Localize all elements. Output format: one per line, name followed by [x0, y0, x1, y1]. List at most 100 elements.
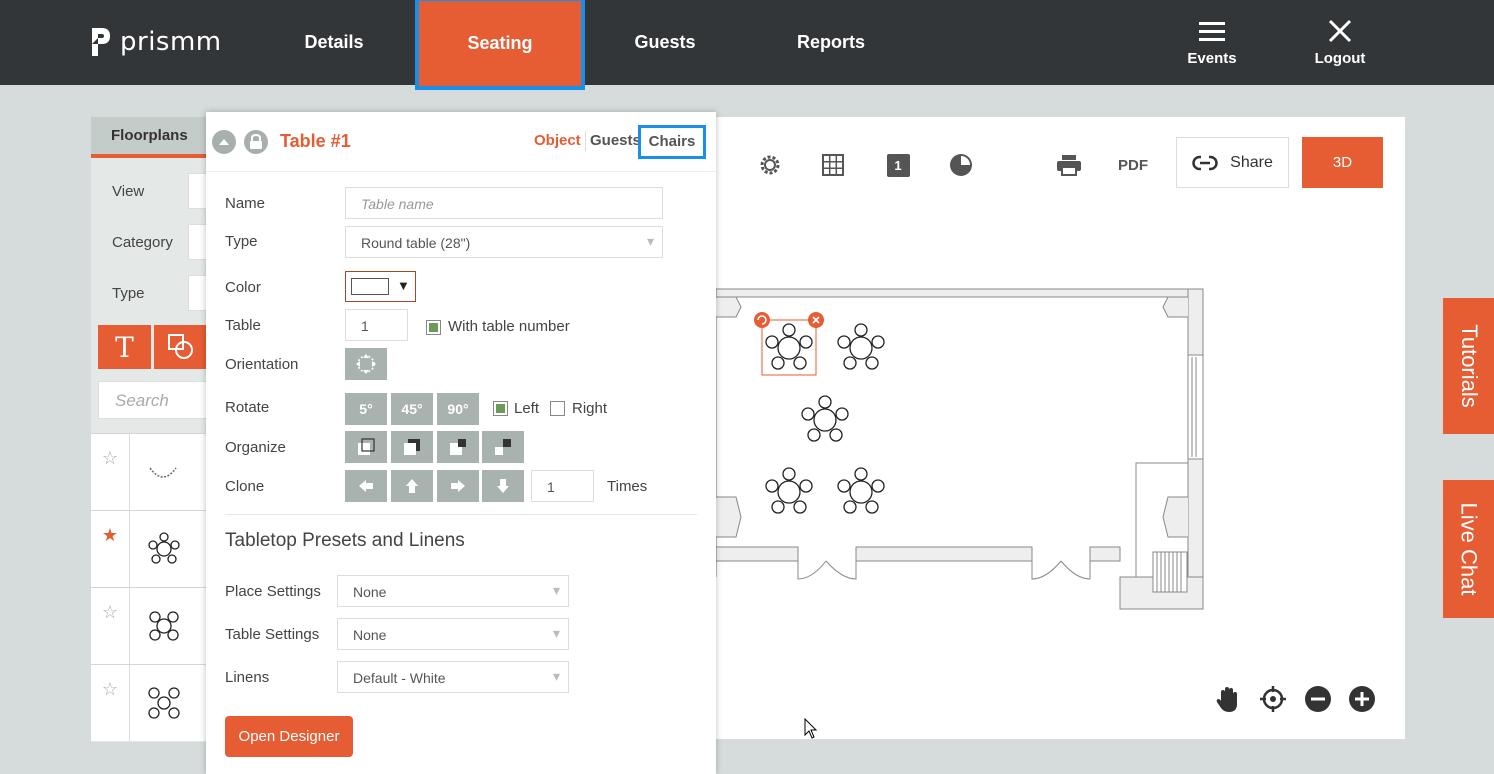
- star-icon[interactable]: ☆: [101, 448, 119, 469]
- hamburger-menu-icon: [1199, 22, 1225, 41]
- linens-label: Linens: [225, 669, 270, 686]
- bring-forward-button[interactable]: [391, 431, 433, 463]
- print-button[interactable]: [1054, 150, 1084, 180]
- live-chat-label: Live Chat: [1456, 502, 1482, 596]
- list-item[interactable]: ☆: [91, 587, 216, 664]
- logo-text: prismm: [120, 27, 222, 57]
- half-round-table-icon: [149, 467, 177, 478]
- rotate-label: Rotate: [225, 399, 270, 416]
- table-properties-panel: Table #1 Object Guests Chairs Name Table…: [206, 112, 716, 774]
- name-label: Name: [225, 195, 266, 212]
- rotate-45-button[interactable]: 45°: [391, 393, 433, 425]
- four-seat-table-icon: [148, 687, 180, 719]
- share-button[interactable]: Share: [1176, 137, 1289, 188]
- pdf-button[interactable]: PDF: [1116, 150, 1150, 180]
- nav-tab-details[interactable]: Details: [268, 0, 400, 85]
- rotate-right-label: Right: [572, 400, 608, 417]
- number-badge-icon: 1: [886, 153, 910, 177]
- arrow-down-icon: [497, 479, 509, 493]
- clone-right-button[interactable]: [437, 470, 479, 502]
- logout-label: Logout: [1314, 50, 1366, 67]
- table-number-input[interactable]: 1: [345, 309, 408, 341]
- shapes-icon: [167, 334, 193, 359]
- events-button[interactable]: Events: [1175, 18, 1249, 67]
- zoom-in-icon[interactable]: [1347, 684, 1377, 714]
- chevron-up-icon: [219, 139, 229, 145]
- list-item[interactable]: ★: [91, 510, 216, 587]
- bring-front-icon: [358, 438, 375, 455]
- organize-label: Organize: [225, 439, 286, 456]
- color-swatch: [351, 278, 389, 295]
- view-label: View: [112, 183, 145, 200]
- table-settings-value: None: [353, 627, 387, 643]
- rotate-90-button[interactable]: 90°: [437, 393, 479, 425]
- add-shape-button[interactable]: [154, 325, 207, 369]
- tutorials-tab[interactable]: Tutorials: [1443, 298, 1494, 434]
- bring-to-front-button[interactable]: [345, 431, 387, 463]
- arrow-up-icon: [406, 479, 418, 493]
- tab-chairs[interactable]: Chairs: [638, 125, 706, 159]
- view-3d-button[interactable]: 3D: [1302, 137, 1383, 188]
- share-label: Share: [1230, 153, 1273, 171]
- clone-up-button[interactable]: [391, 470, 433, 502]
- zoom-out-icon[interactable]: [1303, 684, 1333, 714]
- nav-tab-seating[interactable]: Seating: [415, 0, 585, 90]
- place-settings-label: Place Settings: [225, 583, 321, 600]
- nav-tab-guests[interactable]: Guests: [600, 0, 730, 85]
- logo[interactable]: prismm: [90, 26, 222, 58]
- floorplans-tab[interactable]: Floorplans: [91, 117, 211, 158]
- star-icon[interactable]: ☆: [101, 679, 119, 700]
- star-icon[interactable]: ☆: [101, 602, 119, 623]
- rotate-5-button[interactable]: 5°: [345, 393, 387, 425]
- send-to-back-button[interactable]: [482, 431, 524, 463]
- add-text-button[interactable]: T: [98, 325, 151, 369]
- rotate-right-checkbox[interactable]: [550, 401, 565, 416]
- rotate-handle-icon[interactable]: [754, 312, 770, 328]
- grid-icon: [822, 154, 844, 176]
- list-item[interactable]: ☆: [91, 433, 216, 510]
- panel-title: Table #1: [280, 131, 351, 151]
- live-chat-tab[interactable]: Live Chat: [1443, 480, 1494, 618]
- table-type-select[interactable]: Round table (28"): [345, 226, 663, 258]
- table-name-input[interactable]: Table name: [345, 187, 663, 219]
- center-target-icon[interactable]: [1258, 684, 1288, 714]
- table-numbers-button[interactable]: 1: [883, 150, 913, 180]
- caret-down-icon: ▼: [397, 278, 410, 293]
- link-icon: [1192, 154, 1218, 171]
- rotate-left-checkbox[interactable]: [493, 401, 508, 416]
- tab-guests[interactable]: Guests: [590, 132, 641, 149]
- list-item[interactable]: ☆: [91, 664, 216, 741]
- color-picker[interactable]: ▼: [345, 271, 416, 302]
- pie-button[interactable]: [946, 150, 976, 180]
- star-filled-icon[interactable]: ★: [101, 525, 119, 546]
- tab-divider: [585, 131, 586, 151]
- collapse-button[interactable]: [212, 130, 236, 154]
- tab-object[interactable]: Object: [534, 132, 581, 149]
- clone-left-button[interactable]: [345, 470, 387, 502]
- table-settings-select[interactable]: None: [337, 618, 569, 650]
- close-icon: [1328, 19, 1352, 43]
- panel-header: Table #1 Object Guests Chairs: [206, 112, 716, 172]
- pan-hand-icon[interactable]: [1213, 684, 1243, 714]
- orientation-button[interactable]: [345, 348, 387, 380]
- nav-tab-reports[interactable]: Reports: [765, 0, 897, 85]
- with-table-number-checkbox[interactable]: [426, 320, 441, 335]
- linens-select[interactable]: Default - White: [337, 661, 569, 693]
- lock-button[interactable]: [244, 130, 268, 154]
- place-settings-value: None: [353, 584, 387, 600]
- place-settings-select[interactable]: None: [337, 575, 569, 607]
- grid-button[interactable]: [818, 150, 848, 180]
- send-backward-button[interactable]: [437, 431, 479, 463]
- settings-button[interactable]: [755, 150, 785, 180]
- arrow-right-icon: [451, 480, 465, 492]
- clone-times-input[interactable]: 1: [531, 470, 594, 502]
- open-designer-button[interactable]: Open Designer: [225, 716, 353, 757]
- type-label: Type: [225, 233, 258, 250]
- floorplan-drawing[interactable]: [716, 287, 1216, 617]
- floorplan-canvas[interactable]: 1 PDF Share 3D: [716, 117, 1405, 739]
- logout-button[interactable]: Logout: [1303, 18, 1377, 67]
- linens-value: Default - White: [353, 670, 446, 686]
- bring-forward-icon: [404, 439, 420, 455]
- orientation-label: Orientation: [225, 356, 299, 373]
- clone-down-button[interactable]: [482, 470, 524, 502]
